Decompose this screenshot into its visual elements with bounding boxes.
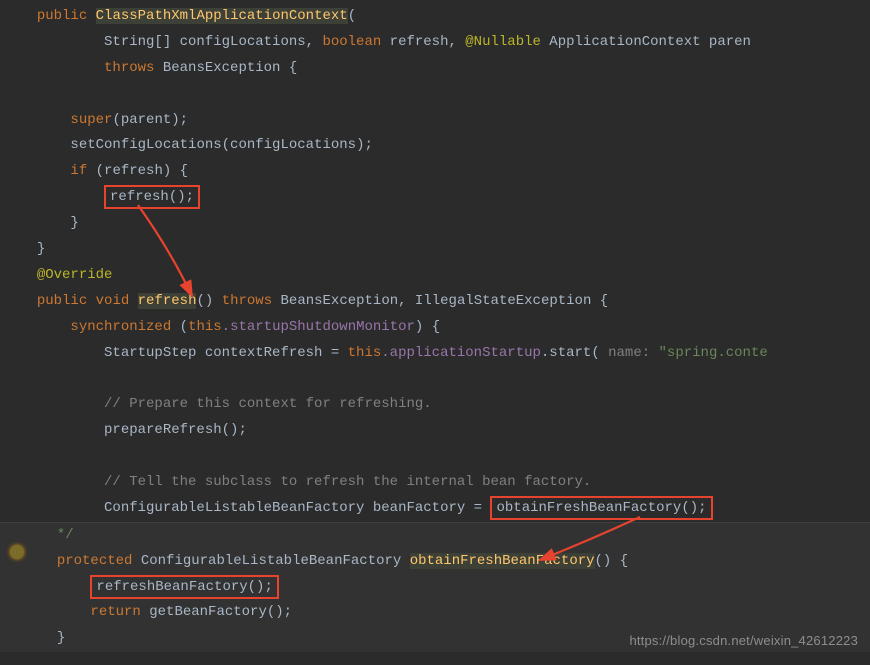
- param: refresh,: [381, 34, 465, 50]
- code-line: StartupStep contextRefresh = this.applic…: [0, 341, 870, 367]
- code-editor[interactable]: public ClassPathXmlApplicationContext( S…: [0, 0, 870, 652]
- param: ApplicationContext paren: [541, 34, 751, 50]
- code-section-1: public ClassPathXmlApplicationContext( S…: [0, 4, 870, 263]
- keyword: if: [70, 163, 87, 179]
- keyword: void: [96, 293, 130, 309]
- code: setConfigLocations(configLocations);: [70, 137, 372, 153]
- comment: // Prepare this context for refreshing.: [104, 396, 432, 412]
- code-line: [0, 366, 870, 392]
- keyword: public: [37, 8, 87, 24]
- code-section-2: @Override public void refresh() throws B…: [0, 263, 870, 522]
- method-call: obtainFreshBeanFactory();: [496, 500, 706, 516]
- string: "spring.conte: [659, 345, 768, 361]
- field: .startupShutdownMonitor: [222, 319, 415, 335]
- method-call: refreshBeanFactory();: [96, 579, 272, 595]
- code: .start(: [541, 345, 600, 361]
- code: (: [171, 319, 188, 335]
- highlight-box-refresh-bean-factory: refreshBeanFactory();: [90, 575, 278, 599]
- method-name: obtainFreshBeanFactory: [410, 553, 595, 569]
- code-line: public void refresh() throws BeansExcept…: [0, 289, 870, 315]
- keyword: boolean: [322, 34, 381, 50]
- code-line: }: [0, 237, 870, 263]
- keyword: public: [37, 293, 87, 309]
- param-list: String[] configLocations,: [104, 34, 322, 50]
- exception: BeansException {: [154, 60, 297, 76]
- code: (): [196, 293, 221, 309]
- code: StartupStep contextRefresh =: [104, 345, 348, 361]
- code-line: */: [20, 523, 870, 549]
- code-line: // Prepare this context for refreshing.: [0, 392, 870, 418]
- this-keyword: this: [348, 345, 382, 361]
- type: ConfigurableListableBeanFactory: [132, 553, 409, 569]
- brace: }: [37, 241, 45, 257]
- this-keyword: this: [188, 319, 222, 335]
- code-line: setConfigLocations(configLocations);: [0, 133, 870, 159]
- keyword: return: [90, 604, 140, 620]
- comment: // Tell the subclass to refresh the inte…: [104, 474, 591, 490]
- code-line: if (refresh) {: [0, 159, 870, 185]
- code: (refresh) {: [87, 163, 188, 179]
- watermark-text: https://blog.csdn.net/weixin_42612223: [629, 629, 858, 653]
- code: getBeanFactory();: [141, 604, 292, 620]
- field: .applicationStartup: [381, 345, 541, 361]
- annotation: @Override: [37, 267, 113, 283]
- highlight-box-obtain-fresh: obtainFreshBeanFactory();: [490, 496, 712, 520]
- annotation: @Nullable: [465, 34, 541, 50]
- keyword: synchronized: [70, 319, 171, 335]
- highlight-box-refresh-call: refresh();: [104, 185, 200, 209]
- code-line: refresh();: [0, 185, 870, 211]
- code-line: [0, 82, 870, 108]
- code-line: synchronized (this.startupShutdownMonito…: [0, 315, 870, 341]
- code-line: public ClassPathXmlApplicationContext(: [0, 4, 870, 30]
- keyword: throws: [104, 60, 154, 76]
- method-name: ClassPathXmlApplicationContext: [96, 8, 348, 24]
- method-name: refresh: [138, 293, 197, 309]
- code-line: String[] configLocations, boolean refres…: [0, 30, 870, 56]
- keyword: protected: [57, 553, 133, 569]
- keyword: throws: [222, 293, 272, 309]
- brace: }: [57, 630, 65, 646]
- code-line: refreshBeanFactory();: [20, 575, 870, 601]
- brace: }: [70, 215, 78, 231]
- punct: (: [348, 8, 356, 24]
- code: (parent);: [112, 112, 188, 128]
- code: BeansException, IllegalStateException {: [272, 293, 608, 309]
- code-line: // Tell the subclass to refresh the inte…: [0, 470, 870, 496]
- code-line: throws BeansException {: [0, 56, 870, 82]
- code: () {: [595, 553, 629, 569]
- code-line: }: [0, 211, 870, 237]
- code-line: [0, 444, 870, 470]
- code-line: ConfigurableListableBeanFactory beanFact…: [0, 496, 870, 522]
- method-call: refresh();: [110, 189, 194, 205]
- param-hint: name:: [600, 345, 659, 361]
- code-line: @Override: [0, 263, 870, 289]
- code: ) {: [415, 319, 440, 335]
- code-line: return getBeanFactory();: [20, 600, 870, 626]
- code-line: protected ConfigurableListableBeanFactor…: [20, 549, 870, 575]
- code: prepareRefresh();: [104, 422, 247, 438]
- code-line: super(parent);: [0, 108, 870, 134]
- code: ConfigurableListableBeanFactory beanFact…: [104, 500, 490, 516]
- code-line: prepareRefresh();: [0, 418, 870, 444]
- keyword: super: [70, 112, 112, 128]
